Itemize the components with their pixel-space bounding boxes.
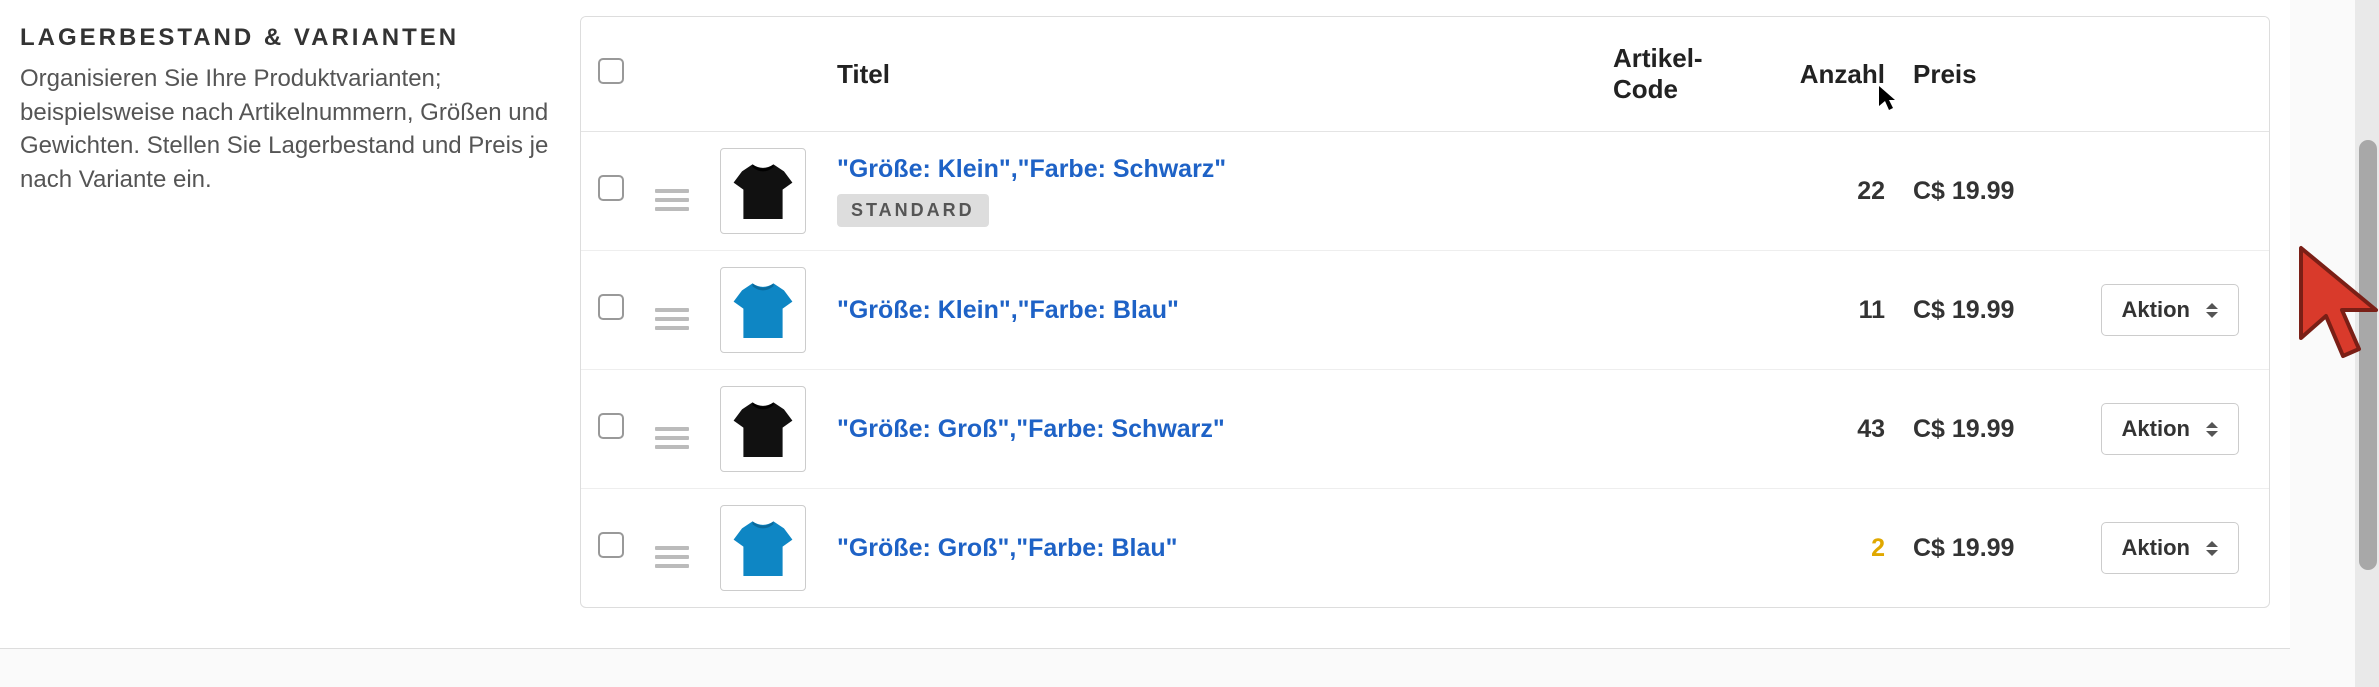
row-checkbox[interactable] xyxy=(598,532,624,558)
tshirt-icon xyxy=(728,156,798,226)
variants-table: Titel Artikel-Code Anzahl Preis "Größe: … xyxy=(580,16,2270,608)
price-value: C$ 19.99 xyxy=(1899,370,2069,489)
table-row: "Größe: Klein","Farbe: Schwarz" STANDARD 2… xyxy=(581,132,2269,251)
tshirt-icon xyxy=(728,394,798,464)
quantity-value: 11 xyxy=(1779,251,1899,370)
header-thumb xyxy=(703,17,823,132)
chevron-updown-icon xyxy=(2206,303,2218,318)
thumbnail[interactable] xyxy=(720,148,806,234)
drag-handle-icon[interactable] xyxy=(655,189,689,211)
header-qty: Anzahl xyxy=(1779,17,1899,132)
action-button-label: Aktion xyxy=(2122,297,2190,323)
section-description: Organisieren Sie Ihre Produktvarianten; … xyxy=(20,62,550,196)
thumbnail[interactable] xyxy=(720,267,806,353)
price-value: C$ 19.99 xyxy=(1899,251,2069,370)
thumbnail[interactable] xyxy=(720,505,806,591)
drag-handle-icon[interactable] xyxy=(655,427,689,449)
header-price: Preis xyxy=(1899,17,2069,132)
table-row: "Größe: Groß","Farbe: Schwarz" 43C$ 19.99… xyxy=(581,370,2269,489)
chevron-updown-icon xyxy=(2206,422,2218,437)
row-checkbox[interactable] xyxy=(598,294,624,320)
scrollbar-thumb[interactable] xyxy=(2359,140,2377,570)
drag-handle-icon[interactable] xyxy=(655,546,689,568)
table-row: "Größe: Groß","Farbe: Blau" 2C$ 19.99 Akt… xyxy=(581,489,2269,608)
variant-title-link[interactable]: "Größe: Groß","Farbe: Blau" xyxy=(837,534,1178,562)
tshirt-icon xyxy=(728,275,798,345)
standard-badge: STANDARD xyxy=(837,194,989,227)
tshirt-icon xyxy=(728,513,798,583)
action-button[interactable]: Aktion xyxy=(2101,403,2239,455)
action-button[interactable]: Aktion xyxy=(2101,284,2239,336)
quantity-value: 43 xyxy=(1779,370,1899,489)
checkbox-select-all[interactable] xyxy=(598,58,624,84)
thumbnail[interactable] xyxy=(720,386,806,472)
quantity-value: 22 xyxy=(1779,132,1899,251)
article-code xyxy=(1599,251,1779,370)
variant-title-link[interactable]: "Größe: Klein","Farbe: Schwarz" xyxy=(837,155,1226,183)
header-title: Titel xyxy=(823,17,1599,132)
row-checkbox[interactable] xyxy=(598,413,624,439)
action-button-label: Aktion xyxy=(2122,416,2190,442)
header-code: Artikel-Code xyxy=(1599,17,1779,132)
drag-handle-icon[interactable] xyxy=(655,308,689,330)
section-heading: LAGERBESTAND & VARIANTEN xyxy=(20,24,550,52)
action-button[interactable]: Aktion xyxy=(2101,522,2239,574)
article-code xyxy=(1599,370,1779,489)
scrollbar-track[interactable] xyxy=(2355,0,2379,687)
chevron-updown-icon xyxy=(2206,541,2218,556)
variant-title-link[interactable]: "Größe: Groß","Farbe: Schwarz" xyxy=(837,415,1225,443)
price-value: C$ 19.99 xyxy=(1899,489,2069,608)
action-button-label: Aktion xyxy=(2122,535,2190,561)
quantity-value: 2 xyxy=(1779,489,1899,608)
variant-title-link[interactable]: "Größe: Klein","Farbe: Blau" xyxy=(837,296,1179,324)
price-value: C$ 19.99 xyxy=(1899,132,2069,251)
sidebar: LAGERBESTAND & VARIANTEN Organisieren Si… xyxy=(20,16,550,608)
row-checkbox[interactable] xyxy=(598,175,624,201)
article-code xyxy=(1599,489,1779,608)
header-select-all[interactable] xyxy=(581,17,641,132)
article-code xyxy=(1599,132,1779,251)
table-row: "Größe: Klein","Farbe: Blau" 11C$ 19.99 A… xyxy=(581,251,2269,370)
header-action xyxy=(2069,17,2269,132)
header-drag xyxy=(641,17,703,132)
